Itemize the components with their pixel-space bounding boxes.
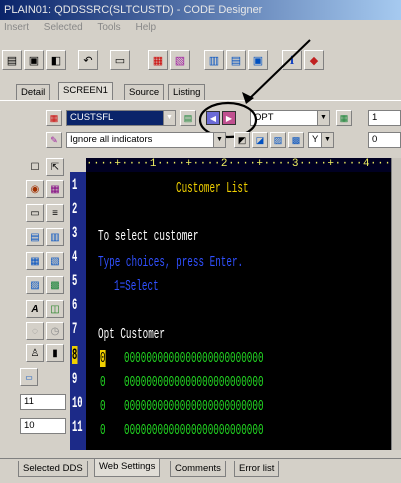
window-title-bar: PLAIN01: QDDSSRC(SLTCUSTD) - CODE Design… [0,0,401,20]
clock-icon[interactable]: ◷ [46,322,64,340]
screen-line-3[interactable]: To select customer [98,228,198,245]
tab-error-list[interactable]: Error list [234,461,280,477]
table-icon[interactable]: ▦ [336,110,352,126]
message-icon[interactable]: ▨ [26,276,44,294]
field-icon[interactable]: ▭ [26,204,44,222]
indicator-combo[interactable]: Ignore all indicators ▼ [66,132,226,148]
option-field[interactable]: 0 [100,398,106,415]
line-number: 7 [72,320,78,338]
indicator-off-icon[interactable]: ▨ [270,132,286,148]
format-combo-value: CUSTSFL [70,112,114,123]
menu-bar-icon[interactable]: ▭ [20,368,38,386]
spinner-top[interactable]: 1 [368,110,401,126]
ruler-text: ····+····1····+····2····+····3····+····4… [86,158,392,170]
chevron-down-icon[interactable]: ▼ [163,111,175,125]
check-icon[interactable]: ◩ [234,132,250,148]
grid-select-icon[interactable]: ▦ [46,180,64,198]
screen-canvas[interactable]: Customer List To select customer Type ch… [86,172,391,450]
screen-title[interactable]: Customer List [176,180,249,197]
chevron-down-icon[interactable]: ▼ [213,133,225,147]
open-icon[interactable]: ◧ [46,50,66,70]
indicator-small-value: Y [312,134,319,145]
checkbox-icon[interactable]: ☐ [26,158,44,176]
indicator-set-icon[interactable]: ▩ [288,132,304,148]
option-field[interactable]: 0 [100,350,106,367]
line-number: 9 [72,370,78,388]
line-number: 2 [72,200,78,218]
window-icon[interactable]: ▭ [110,50,130,70]
properties-icon[interactable]: ▦ [148,50,168,70]
customer-field[interactable]: 0000000000000000000000000 [124,398,264,415]
menu-selected[interactable]: Selected [44,22,83,33]
user-icon[interactable]: ♙ [26,344,44,362]
menu-insert[interactable]: Insert [4,22,29,33]
both-field-icon[interactable]: ▦ [26,252,44,270]
list-icon[interactable]: ≡ [46,204,64,222]
tab-detail[interactable]: Detail [16,84,51,100]
indicator-on-icon[interactable]: ◪ [252,132,268,148]
spinner-b[interactable]: 10 [20,418,66,434]
option-field[interactable]: 0 [100,374,106,391]
line-number: 11 [72,418,83,436]
line-number: 5 [72,272,78,290]
window-title: PLAIN01: QDDSSRC(SLTCUSTD) - CODE Design… [4,4,263,16]
annotation-arrow [198,39,311,139]
output-field-icon[interactable]: ▤ [26,228,44,246]
line-number: 1 [72,176,78,194]
bottom-tabs: Selected DDS Web Settings Comments Error… [0,458,401,483]
spinner-a-value: 11 [24,396,34,407]
text-icon[interactable]: A [26,300,44,318]
format-combo[interactable]: CUSTSFL ▼ [66,110,176,126]
save-icon[interactable]: ▣ [24,50,44,70]
screen-line-7[interactable]: Opt Customer [98,326,165,343]
menu-bar: Insert Selected Tools Help [0,20,401,37]
customer-field[interactable]: 0000000000000000000000000 [124,422,264,439]
indicator-combo-value: Ignore all indicators [70,134,153,145]
line-number: 10 [72,394,83,412]
subfile-icon[interactable]: ▩ [46,276,64,294]
hidden-field-icon[interactable]: ▧ [46,252,64,270]
system-icon[interactable]: ◌ [26,322,44,340]
option-field[interactable]: 0 [100,422,106,439]
menu-help[interactable]: Help [135,22,156,33]
input-field-icon[interactable]: ▥ [46,228,64,246]
screen-line-5[interactable]: 1=Select [114,278,159,295]
line-number-current: 8 [72,346,78,364]
spinner-bottom-value: 0 [372,134,378,145]
column-ruler: ····+····1····+····2····+····3····+····4… [86,158,401,172]
tab-selected-dds[interactable]: Selected DDS [18,461,88,477]
undo-icon[interactable]: ↶ [78,50,98,70]
line-number: 4 [72,248,78,266]
screen-line-4[interactable]: Type choices, press Enter. [98,254,243,271]
format-icon[interactable]: ▦ [46,110,62,126]
page-icon[interactable]: ▮ [46,344,64,362]
spinner-a[interactable]: 11 [20,394,66,410]
indicator-small-combo[interactable]: Y ▼ [308,132,334,148]
line-number: 3 [72,224,78,242]
new-icon[interactable]: ▤ [2,50,22,70]
tab-web-settings[interactable]: Web Settings [94,459,161,477]
chevron-down-icon[interactable]: ▼ [321,133,333,147]
edit-icon[interactable]: ▧ [170,50,190,70]
tab-screen1[interactable]: SCREEN1 [58,82,113,100]
menu-tools[interactable]: Tools [97,22,120,33]
tab-comments[interactable]: Comments [170,461,226,477]
spinner-b-value: 10 [24,420,35,431]
pencil-icon[interactable]: ✎ [46,132,62,148]
pointer-icon[interactable]: ⇱ [46,158,64,176]
line-number: 6 [72,296,78,314]
constant-icon[interactable]: ◫ [46,300,64,318]
spinner-top-value: 1 [372,112,378,123]
tab-source[interactable]: Source [124,84,165,100]
palette-icon[interactable]: ◉ [26,180,44,198]
customer-field[interactable]: 0000000000000000000000000 [124,374,264,391]
vertical-scrollbar[interactable] [391,158,401,450]
customer-field[interactable]: 0000000000000000000000000 [124,350,264,367]
spinner-bottom[interactable]: 0 [368,132,401,148]
